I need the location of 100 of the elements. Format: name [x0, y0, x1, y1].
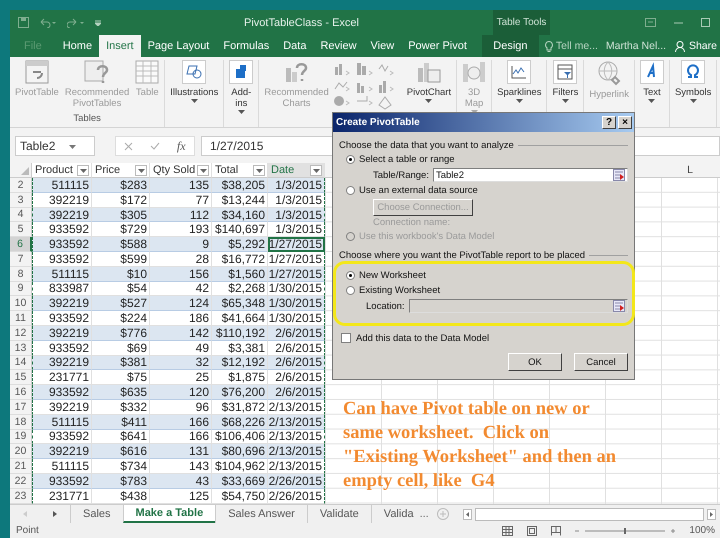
column-header[interactable]: Total: [212, 163, 268, 178]
row-number[interactable]: 16: [10, 385, 32, 400]
ribbon-tab[interactable]: Power Pivot: [401, 35, 474, 57]
table-cell: $110,192: [212, 326, 268, 341]
name-box[interactable]: Table2: [15, 136, 95, 156]
row-number[interactable]: 22: [10, 474, 32, 489]
filter-dropdown-icon[interactable]: [253, 164, 265, 176]
check-icon[interactable]: [150, 142, 160, 150]
ribbon-tab[interactable]: Design: [482, 35, 539, 57]
ribbon-button[interactable]: Add- ins: [227, 60, 256, 127]
row-number[interactable]: 12: [10, 326, 32, 341]
minimize-icon[interactable]: [674, 22, 683, 24]
ribbon-tab[interactable]: Review: [313, 35, 364, 57]
range-input[interactable]: Table2: [432, 168, 628, 182]
ribbon-button[interactable]: Illustrations: [168, 60, 220, 127]
row-number[interactable]: 11: [10, 311, 32, 326]
omega-icon: [681, 60, 706, 84]
ribbon-button[interactable]: Text: [638, 60, 666, 127]
redo-icon[interactable]: [67, 18, 85, 28]
row-number[interactable]: 18: [10, 414, 32, 430]
save-icon[interactable]: [18, 17, 29, 28]
filter-dropdown-icon[interactable]: [310, 164, 322, 176]
column-header[interactable]: Qty Sold: [150, 163, 212, 178]
caret-icon: [562, 99, 569, 103]
row-number[interactable]: 2: [10, 178, 32, 193]
ribbon-tab[interactable]: Insert: [99, 35, 141, 57]
row-number[interactable]: 6: [10, 237, 32, 252]
column-header[interactable]: Product: [32, 163, 92, 178]
filter-dropdown-icon[interactable]: [197, 164, 209, 176]
radio-button[interactable]: [346, 155, 355, 164]
scroll-left-icon[interactable]: [462, 508, 472, 520]
dialog-button[interactable]: OK: [508, 353, 562, 371]
help-button[interactable]: ?: [602, 116, 616, 129]
row-number[interactable]: 9: [10, 282, 32, 296]
share-button[interactable]: Share: [674, 40, 720, 52]
filter-dropdown-icon[interactable]: [77, 164, 89, 176]
table-cell: $635: [92, 385, 150, 400]
normal-view-icon[interactable]: [502, 526, 514, 536]
ribbon-button[interactable]: Sparklines: [495, 60, 544, 127]
ribbon-tab[interactable]: Page Layout: [140, 35, 216, 57]
row-number[interactable]: 17: [10, 400, 32, 415]
column-letter[interactable]: L: [687, 164, 693, 176]
row-number[interactable]: 4: [10, 208, 32, 222]
filter-dropdown-icon[interactable]: [135, 164, 147, 176]
row-number[interactable]: 3: [10, 192, 32, 208]
row-number[interactable]: 14: [10, 356, 32, 370]
sheet-tab[interactable]: Make a Table: [122, 505, 216, 523]
more-sheets-button[interactable]: ...: [416, 505, 433, 523]
row-number[interactable]: 7: [10, 252, 32, 267]
ribbon-button[interactable]: Symbols: [672, 60, 714, 127]
row-number[interactable]: 13: [10, 340, 32, 356]
table-cell: 166: [150, 414, 212, 430]
radio-option[interactable]: Existing Worksheet: [339, 283, 628, 298]
row-number[interactable]: 23: [10, 488, 32, 504]
table-cell: 2/26/2015: [268, 474, 325, 489]
column-header[interactable]: Price: [92, 163, 150, 178]
location-input[interactable]: [408, 299, 628, 313]
radio-button[interactable]: [346, 186, 355, 195]
radio-option[interactable]: Select a table or range: [339, 152, 628, 167]
ribbon-tab[interactable]: Data: [276, 35, 314, 57]
ribbon-tab[interactable]: Home: [56, 35, 100, 57]
column-header[interactable]: Date: [268, 163, 325, 178]
row-number[interactable]: 19: [10, 430, 32, 444]
tell-me-search[interactable]: Tell me...: [544, 40, 598, 52]
radio-button[interactable]: [346, 271, 355, 280]
ribbon-tab[interactable]: Formulas: [216, 35, 276, 57]
caret-icon: [200, 168, 206, 172]
checkbox-label: Add this data to the Data Model: [356, 332, 490, 344]
customize-icon[interactable]: [95, 20, 101, 26]
radio-button[interactable]: [346, 286, 355, 295]
scroll-right-icon[interactable]: [53, 511, 57, 517]
cancel-icon[interactable]: [124, 142, 134, 150]
ribbon-tab[interactable]: View: [364, 35, 402, 57]
close-button[interactable]: ×: [618, 116, 632, 129]
dialog-button[interactable]: Cancel: [574, 353, 628, 371]
zoom-thumb[interactable]: [624, 528, 626, 534]
undo-icon[interactable]: [39, 18, 57, 28]
row-number[interactable]: 5: [10, 222, 32, 238]
caret-icon: [256, 168, 262, 172]
radio-option[interactable]: Use an external data source: [339, 183, 628, 198]
scroll-right-icon[interactable]: [707, 508, 716, 520]
row-number[interactable]: 20: [10, 444, 32, 460]
row-number[interactable]: 10: [10, 296, 32, 312]
zoom-slider[interactable]: [575, 526, 676, 534]
checkbox[interactable]: [341, 333, 351, 343]
row-number[interactable]: 21: [10, 459, 32, 474]
zoom-level[interactable]: 100%: [689, 525, 715, 536]
horizontal-scrollbar[interactable]: [474, 508, 704, 520]
row-number[interactable]: 15: [10, 370, 32, 386]
ribbon-display-icon[interactable]: [645, 18, 656, 27]
insert-function-button[interactable]: fx: [176, 138, 186, 154]
range-picker-icon[interactable]: [613, 300, 625, 312]
table-cell: 392219: [32, 444, 92, 460]
user-name[interactable]: Martha Nel...: [606, 40, 666, 52]
page-break-icon[interactable]: [551, 526, 562, 536]
page-layout-icon[interactable]: [527, 526, 538, 536]
row-number[interactable]: 8: [10, 266, 32, 282]
range-picker-icon[interactable]: [613, 169, 625, 181]
radio-option[interactable]: New Worksheet: [339, 268, 628, 283]
maximize-icon[interactable]: [701, 18, 710, 27]
